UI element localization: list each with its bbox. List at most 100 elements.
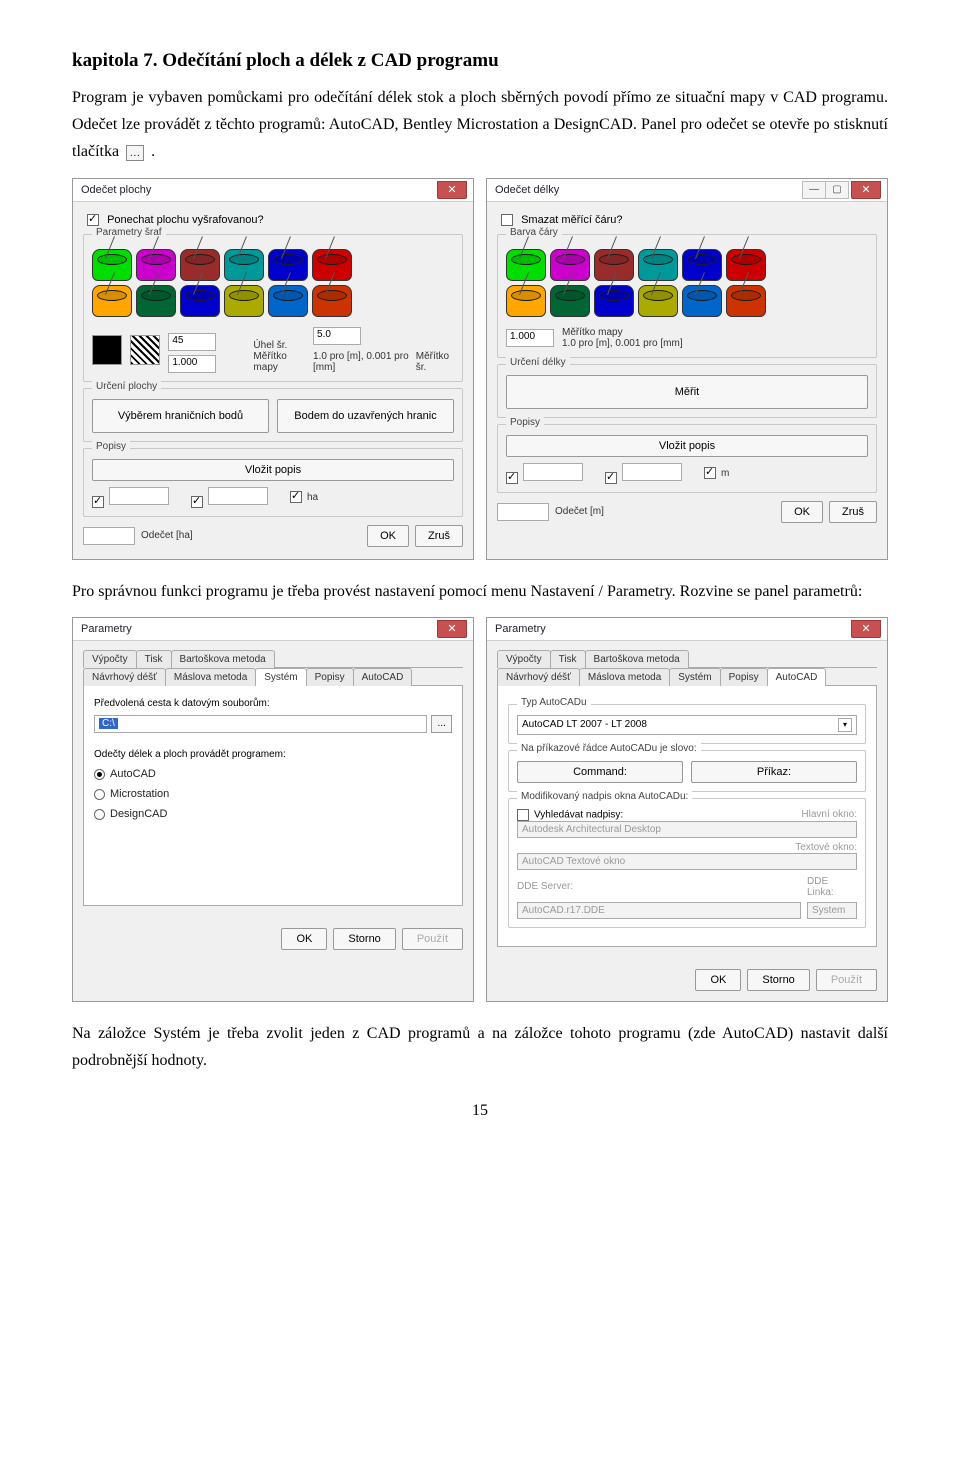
color-pot-icon[interactable] bbox=[312, 285, 352, 317]
popis-input[interactable] bbox=[109, 487, 169, 505]
ok-button[interactable]: OK bbox=[281, 928, 327, 950]
chk-vyhledavat: Vyhledávat nadpisy: bbox=[534, 810, 623, 821]
group-title: Modifikovaný nadpis okna AutoCADu: bbox=[517, 791, 692, 802]
radio-autocad[interactable]: AutoCAD bbox=[94, 768, 452, 780]
lbl-dde-server: DDE Server: bbox=[517, 881, 577, 892]
input-uhel[interactable]: 45 bbox=[168, 333, 216, 351]
minimize-icon[interactable]: — bbox=[802, 181, 826, 199]
tab-navrhovy-dest[interactable]: Návrhový déšť bbox=[497, 668, 580, 686]
radio-icon[interactable] bbox=[94, 809, 105, 820]
pouzit-button[interactable]: Použít bbox=[402, 928, 463, 950]
tab-vypocty[interactable]: Výpočty bbox=[497, 650, 551, 668]
chk-ponechat[interactable]: Ponechat plochu vyšrafovanou? bbox=[87, 214, 463, 226]
chk-smazat[interactable]: Smazat měřící čáru? bbox=[501, 214, 877, 226]
pouzit-button[interactable]: Použít bbox=[816, 969, 877, 991]
para1-end: . bbox=[151, 143, 155, 160]
close-icon[interactable]: ✕ bbox=[851, 181, 881, 199]
btn-command[interactable]: Command: bbox=[517, 761, 683, 783]
color-pot-icon[interactable] bbox=[268, 285, 308, 317]
input-meritko-mapy[interactable]: 1.000 bbox=[506, 329, 554, 347]
tab-autocad[interactable]: AutoCAD bbox=[767, 668, 827, 686]
checkbox-icon[interactable] bbox=[517, 809, 529, 821]
btn-vlozit-popis[interactable]: Vložit popis bbox=[92, 459, 454, 481]
path-input[interactable]: C:\ bbox=[94, 715, 427, 733]
checkbox-icon[interactable] bbox=[605, 472, 617, 484]
checkbox-icon[interactable] bbox=[87, 214, 99, 226]
popis-input[interactable] bbox=[208, 487, 268, 505]
input-meritko-mapy[interactable]: 1.000 bbox=[168, 355, 216, 373]
color-pot-icon[interactable] bbox=[136, 285, 176, 317]
input-odecet[interactable] bbox=[497, 503, 549, 521]
close-icon[interactable]: ✕ bbox=[437, 620, 467, 638]
radio-icon[interactable] bbox=[94, 789, 105, 800]
checkbox-icon[interactable] bbox=[191, 496, 203, 508]
color-pot-icon[interactable] bbox=[92, 285, 132, 317]
browse-button[interactable]: ... bbox=[431, 715, 452, 733]
hatch-swatch-icon[interactable] bbox=[130, 335, 160, 365]
tab-popisy[interactable]: Popisy bbox=[306, 668, 354, 686]
chk-label: Ponechat plochu vyšrafovanou? bbox=[107, 214, 264, 226]
tab-bartoskova[interactable]: Bartoškova metoda bbox=[585, 650, 689, 668]
radio-microstation[interactable]: Microstation bbox=[94, 788, 452, 800]
tab-system[interactable]: Systém bbox=[669, 668, 720, 686]
tab-vypocty[interactable]: Výpočty bbox=[83, 650, 137, 668]
checkbox-icon[interactable] bbox=[704, 467, 716, 479]
color-pot-icon[interactable] bbox=[224, 285, 264, 317]
btn-bod-hranice[interactable]: Bodem do uzavřených hranic bbox=[277, 399, 454, 433]
tab-tisk[interactable]: Tisk bbox=[550, 650, 586, 668]
ok-button[interactable]: OK bbox=[367, 525, 409, 547]
ok-button[interactable]: OK bbox=[695, 969, 741, 991]
btn-vlozit-popis[interactable]: Vložit popis bbox=[506, 435, 868, 457]
lbl-textove-okno: Textové okno: bbox=[517, 842, 857, 853]
titlebar: Parametry ✕ bbox=[73, 618, 473, 641]
cancel-button[interactable]: Zruš bbox=[415, 525, 463, 547]
color-pot-icon[interactable] bbox=[726, 285, 766, 317]
tab-autocad[interactable]: AutoCAD bbox=[353, 668, 413, 686]
popis-input[interactable] bbox=[622, 463, 682, 481]
maximize-icon[interactable]: ▢ bbox=[825, 181, 849, 199]
btn-vyber-body[interactable]: Výběrem hraničních bodů bbox=[92, 399, 269, 433]
checkbox-icon[interactable] bbox=[290, 491, 302, 503]
tab-maslova[interactable]: Máslova metoda bbox=[579, 668, 670, 686]
tab-tisk[interactable]: Tisk bbox=[136, 650, 172, 668]
tab-system[interactable]: Systém bbox=[255, 668, 306, 686]
storno-button[interactable]: Storno bbox=[333, 928, 395, 950]
tab-navrhovy-dest[interactable]: Návrhový déšť bbox=[83, 668, 166, 686]
color-pot-icon[interactable] bbox=[180, 285, 220, 317]
radio-icon[interactable] bbox=[94, 769, 105, 780]
tab-popisy[interactable]: Popisy bbox=[720, 668, 768, 686]
checkbox-icon[interactable] bbox=[92, 496, 104, 508]
color-pot-icon[interactable] bbox=[682, 285, 722, 317]
group-parametry-sraf: Parametry šraf bbox=[83, 234, 463, 382]
select-typ-autocadu[interactable]: AutoCAD LT 2007 - LT 2008▾ bbox=[517, 715, 857, 735]
chevron-down-icon[interactable]: ▾ bbox=[838, 718, 852, 732]
color-pot-icon[interactable] bbox=[638, 285, 678, 317]
close-icon[interactable]: ✕ bbox=[851, 620, 881, 638]
storno-button[interactable]: Storno bbox=[747, 969, 809, 991]
tab-maslova[interactable]: Máslova metoda bbox=[165, 668, 256, 686]
popis-input[interactable] bbox=[523, 463, 583, 481]
page-number: 15 bbox=[72, 1102, 888, 1120]
group-nadpis-okna: Modifikovaný nadpis okna AutoCADu: Vyhle… bbox=[508, 798, 866, 928]
color-pot-icon[interactable] bbox=[594, 285, 634, 317]
close-icon[interactable]: ✕ bbox=[437, 181, 467, 199]
input-textove-okno: AutoCAD Textové okno bbox=[517, 853, 857, 870]
input-odecet[interactable] bbox=[83, 527, 135, 545]
group-title: Barva čáry bbox=[506, 227, 562, 238]
checkbox-icon[interactable] bbox=[501, 214, 513, 226]
color-pot-icon[interactable] bbox=[550, 285, 590, 317]
lbl-uhel: Úhel šr. bbox=[253, 340, 303, 351]
fill-swatch-icon[interactable] bbox=[92, 335, 122, 365]
color-pot-icon[interactable] bbox=[506, 285, 546, 317]
input-meritko-sr[interactable]: 5.0 bbox=[313, 327, 361, 345]
cancel-button[interactable]: Zruš bbox=[829, 501, 877, 523]
dialog-odecet-delky: Odečet délky —▢ ✕ Smazat měřící čáru? Ba… bbox=[486, 178, 888, 560]
radio-designcad[interactable]: DesignCAD bbox=[94, 808, 452, 820]
checkbox-icon[interactable] bbox=[506, 472, 518, 484]
btn-prikaz[interactable]: Příkaz: bbox=[691, 761, 857, 783]
group-title: Určení plochy bbox=[92, 381, 161, 392]
tab-bartoskova[interactable]: Bartoškova metoda bbox=[171, 650, 275, 668]
minmax-icons[interactable]: —▢ bbox=[803, 181, 849, 199]
ok-button[interactable]: OK bbox=[781, 501, 823, 523]
btn-merit[interactable]: Měřit bbox=[506, 375, 868, 409]
